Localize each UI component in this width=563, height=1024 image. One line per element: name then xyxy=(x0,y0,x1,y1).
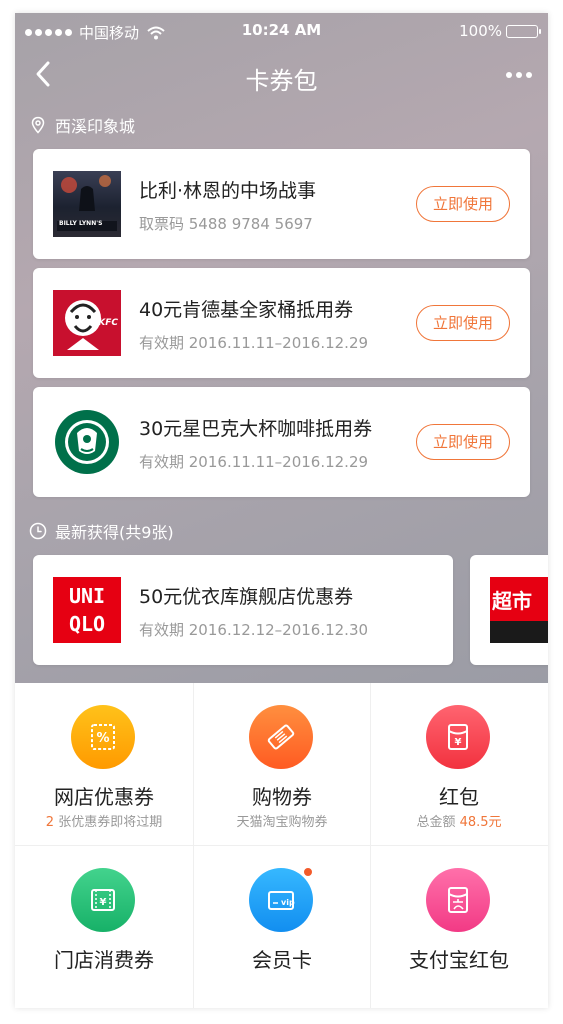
coupon-title: 30元星巴克大杯咖啡抵用券 xyxy=(139,418,373,440)
status-bar: 中国移动 10:24 AM 100% xyxy=(15,13,548,47)
coupon-card-uniqlo[interactable]: UNI QLO 50元优衣库旗舰店优惠券 有效期 2016.12.12–2016… xyxy=(33,555,453,665)
kfc-logo: KFC xyxy=(53,290,121,356)
use-now-button[interactable]: 立即使用 xyxy=(416,424,510,460)
svg-text:¥: ¥ xyxy=(455,737,462,748)
coupon-validity: 有效期 2016.11.11–2016.12.29 xyxy=(139,334,369,352)
battery-status: 100% xyxy=(459,22,541,40)
kfc-logo-text: KFC xyxy=(98,318,118,328)
movie-poster: BILLY LYNN'S xyxy=(53,171,121,237)
nav-bar: 卡券包 xyxy=(15,47,548,103)
grid-item-label: 支付宝红包 xyxy=(409,948,509,972)
store-coupon-icon: ¥ xyxy=(71,868,135,932)
grid-item-label: 会员卡 xyxy=(252,948,312,972)
uniqlo-logo-line1: UNI xyxy=(68,584,106,608)
grid-item-store-coupons[interactable]: ¥ 门店消费券 xyxy=(15,846,193,1008)
poster-text: BILLY LYNN'S xyxy=(59,220,103,227)
grid-item-online-coupons[interactable]: % 网店优惠券 2 张优惠券即将过期 xyxy=(15,683,193,845)
coupon-card-movie[interactable]: BILLY LYNN'S 比利·林恩的中场战事 取票码 5488 9784 56… xyxy=(33,149,530,259)
coupon-card-supermarket[interactable]: 超市 xyxy=(470,555,548,665)
coupon-card-starbucks[interactable]: 30元星巴克大杯咖啡抵用券 有效期 2016.11.11–2016.12.29 … xyxy=(33,387,530,497)
location-label[interactable]: 西溪印象城 xyxy=(29,113,135,137)
coupon-title: 40元肯德基全家桶抵用券 xyxy=(139,299,354,321)
recent-count: 最新获得(共9张) xyxy=(55,523,174,542)
starbucks-logo xyxy=(53,409,121,475)
ticket-icon xyxy=(249,705,313,769)
alipay-red-packet-icon xyxy=(426,868,490,932)
coupon-validity: 有效期 2016.11.11–2016.12.29 xyxy=(139,453,369,471)
use-now-button[interactable]: 立即使用 xyxy=(416,305,510,341)
coupon-card-kfc[interactable]: KFC 40元肯德基全家桶抵用券 有效期 2016.11.11–2016.12.… xyxy=(33,268,530,378)
grid-item-label: 购物券 xyxy=(252,785,312,809)
grid-item-label: 红包 xyxy=(439,785,479,809)
svg-text:¥: ¥ xyxy=(100,897,107,908)
coupon-percent-icon: % xyxy=(71,705,135,769)
grid-item-alipay-red-packet[interactable]: 支付宝红包 xyxy=(370,846,548,1008)
recent-label: 最新获得(共9张) xyxy=(29,519,174,543)
supermarket-logo-text: 超市 xyxy=(492,589,532,613)
vip-text: vip xyxy=(281,898,295,907)
vip-card-icon: vip xyxy=(249,868,313,932)
notification-dot xyxy=(302,866,314,878)
grid-item-label: 网店优惠券 xyxy=(54,785,154,809)
svg-text:%: % xyxy=(96,731,109,746)
coupon-title: 比利·林恩的中场战事 xyxy=(139,180,317,202)
page-title: 卡券包 xyxy=(245,67,318,95)
clock-icon xyxy=(29,522,47,540)
grid-item-shopping-coupons[interactable]: 购物券 天猫淘宝购物券 xyxy=(193,683,371,845)
phone-screen: 中国移动 10:24 AM 100% 卡券包 西溪印象城 BILLY LYNN'… xyxy=(15,13,548,1008)
battery-percent: 100% xyxy=(459,22,502,40)
uniqlo-logo-line2: QLO xyxy=(68,612,106,636)
grid-item-hint: 天猫淘宝购物券 xyxy=(236,815,328,830)
more-options-icon[interactable] xyxy=(506,72,532,78)
coupon-code: 取票码 5488 9784 5697 xyxy=(139,215,313,233)
grid-item-red-packet[interactable]: ¥ 红包 总金额 48.5元 xyxy=(370,683,548,845)
location-name: 西溪印象城 xyxy=(55,117,136,136)
grid-item-hint: 2 张优惠券即将过期 xyxy=(45,815,163,830)
battery-icon xyxy=(506,24,541,38)
supermarket-logo: 超市 xyxy=(490,577,548,643)
category-grid: % 网店优惠券 2 张优惠券即将过期 购物券 天猫淘宝购物券 ¥ 红包 总金额 … xyxy=(15,683,548,1008)
coupon-validity: 有效期 2016.12.12–2016.12.30 xyxy=(139,621,369,639)
location-pin-icon xyxy=(31,116,45,134)
use-now-button[interactable]: 立即使用 xyxy=(416,186,510,222)
coupon-title: 50元优衣库旗舰店优惠券 xyxy=(139,586,354,608)
grid-item-hint: 总金额 48.5元 xyxy=(416,815,502,830)
grid-item-member-card[interactable]: vip 会员卡 xyxy=(193,846,371,1008)
red-packet-icon: ¥ xyxy=(426,705,490,769)
uniqlo-logo: UNI QLO xyxy=(53,577,121,643)
grid-item-label: 门店消费券 xyxy=(54,948,154,972)
